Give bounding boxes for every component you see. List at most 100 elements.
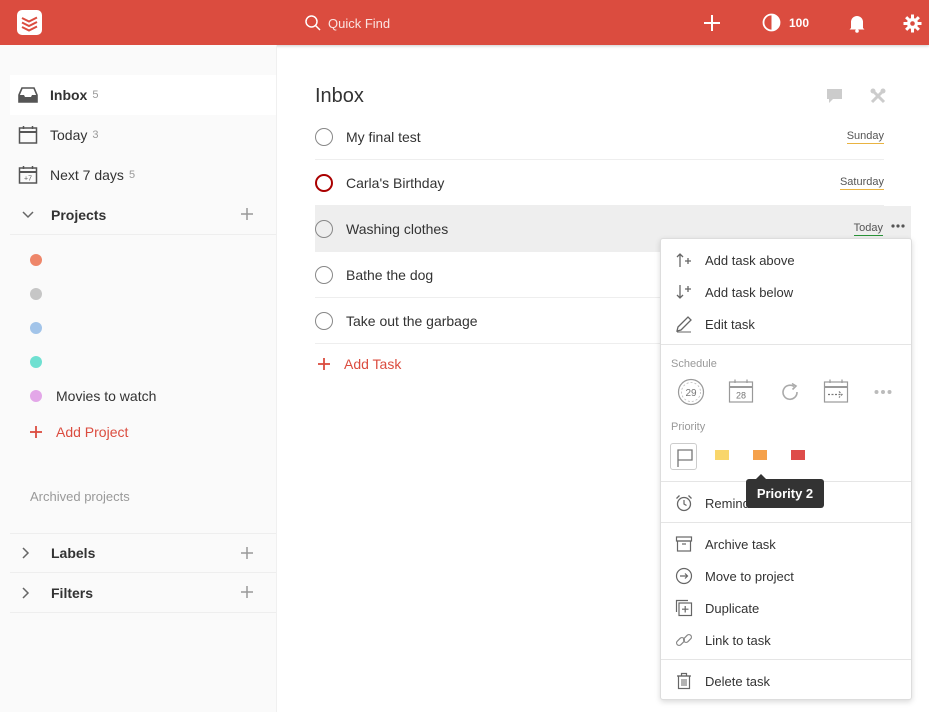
- menu-item-label: Delete task: [705, 673, 771, 689]
- duplicate-icon: [675, 599, 693, 617]
- menu-item-link-to-task[interactable]: Link to task: [661, 624, 911, 656]
- project-item[interactable]: [10, 311, 276, 345]
- plus-icon[interactable]: [702, 12, 722, 34]
- task-checkbox[interactable]: [315, 127, 333, 146]
- task-name: Take out the garbage: [346, 312, 478, 329]
- task-name: Washing clothes: [346, 220, 449, 237]
- archived-projects-link[interactable]: Archived projects: [30, 489, 130, 504]
- plus-icon: [30, 426, 42, 438]
- bell-icon[interactable]: [848, 13, 866, 33]
- labels-section-header[interactable]: Labels: [10, 533, 276, 573]
- add-above-icon: [675, 251, 693, 269]
- calendar-today-icon: [17, 124, 39, 146]
- add-filter-plus-icon[interactable]: [240, 585, 254, 599]
- plus-icon: [318, 358, 330, 370]
- menu-item-add-task-below[interactable]: Add task below: [661, 276, 911, 308]
- priority-caption: Priority: [671, 421, 706, 433]
- task-checkbox[interactable]: [315, 173, 333, 192]
- task-due-date[interactable]: Sunday: [846, 130, 884, 144]
- schedule-today-icon[interactable]: 29: [677, 378, 705, 406]
- menu-item-delete-task[interactable]: Delete task: [661, 665, 911, 697]
- menu-item-move-to-project[interactable]: Move to project: [661, 560, 911, 592]
- menu-item-label: Add task above: [705, 252, 795, 268]
- priority-4-flag-icon: [677, 449, 693, 467]
- project-item-movies-to-watch[interactable]: Movies to watch: [10, 379, 276, 413]
- top-bar: Quick Find 100: [0, 0, 929, 45]
- alarm-clock-icon: [675, 494, 693, 512]
- schedule-tomorrow-icon[interactable]: 28: [728, 378, 754, 404]
- tools-icon[interactable]: [870, 88, 886, 104]
- filters-section-header[interactable]: Filters: [10, 573, 276, 613]
- schedule-today-day: 29: [685, 388, 697, 399]
- add-below-icon: [675, 283, 693, 301]
- calendar-week-icon: +7: [17, 164, 39, 186]
- menu-item-add-task-above[interactable]: Add task above: [661, 244, 911, 276]
- arrow-circle-right-icon: [675, 567, 693, 585]
- priority-tooltip: Priority 2: [746, 474, 824, 508]
- add-label-plus-icon[interactable]: [240, 546, 254, 560]
- sidebar-item-count: 3: [92, 129, 99, 141]
- project-item[interactable]: [10, 345, 276, 379]
- add-task-button[interactable]: Add Task: [318, 356, 401, 372]
- menu-divider: [661, 344, 911, 345]
- svg-text:+7: +7: [24, 176, 32, 183]
- task-due-date[interactable]: Today: [853, 222, 883, 236]
- priority-2-flag-icon[interactable]: [751, 449, 769, 467]
- add-project-label: Add Project: [56, 424, 129, 440]
- menu-divider: [661, 522, 911, 523]
- projects-section-label: Projects: [51, 206, 107, 223]
- karma-icon: [762, 13, 781, 32]
- gear-icon[interactable]: [903, 14, 922, 33]
- link-icon: [675, 631, 693, 649]
- menu-item-label: Add task below: [705, 284, 794, 300]
- sidebar-item-label: Inbox: [50, 87, 88, 103]
- more-options-icon[interactable]: [891, 224, 905, 228]
- task-checkbox[interactable]: [315, 311, 333, 330]
- schedule-caption: Schedule: [671, 358, 717, 370]
- add-project-button[interactable]: Add Project: [30, 424, 128, 440]
- add-project-plus-icon[interactable]: [240, 207, 254, 221]
- project-label: Movies to watch: [56, 388, 157, 404]
- priority-1-flag-icon[interactable]: [789, 449, 807, 467]
- task-row[interactable]: Carla's Birthday Saturday: [315, 160, 884, 206]
- menu-item-label: Link to task: [705, 632, 771, 648]
- chevron-right-icon: [22, 547, 34, 559]
- sidebar-item-next-7-days[interactable]: +7 Next 7 days 5: [10, 155, 276, 195]
- schedule-repeat-icon[interactable]: [779, 381, 801, 403]
- karma-value: 100: [789, 15, 810, 30]
- project-item[interactable]: [10, 243, 276, 277]
- project-item[interactable]: [10, 277, 276, 311]
- sidebar-item-count: 5: [92, 89, 99, 101]
- sidebar-item-label: Next 7 days: [50, 167, 124, 183]
- project-color-dot: [30, 288, 42, 300]
- menu-item-duplicate[interactable]: Duplicate: [661, 592, 911, 624]
- sidebar-item-today[interactable]: Today 3: [10, 115, 276, 155]
- task-due-date[interactable]: Saturday: [839, 176, 884, 190]
- priority-3-flag-icon[interactable]: [713, 449, 731, 467]
- project-color-dot: [30, 254, 42, 266]
- quick-find-search[interactable]: Quick Find: [304, 13, 390, 33]
- schedule-more-icon[interactable]: [874, 390, 892, 394]
- menu-item-label: Duplicate: [705, 600, 760, 616]
- task-name: Carla's Birthday: [346, 174, 445, 191]
- task-checkbox[interactable]: [315, 219, 333, 238]
- task-name: Bathe the dog: [346, 266, 434, 283]
- pencil-icon: [675, 315, 693, 333]
- todoist-logo-icon[interactable]: [17, 10, 42, 35]
- sidebar-item-count: 5: [128, 169, 136, 181]
- sidebar-item-inbox[interactable]: Inbox 5: [10, 75, 276, 115]
- task-row[interactable]: My final test Sunday: [315, 114, 884, 160]
- menu-item-archive-task[interactable]: Archive task: [661, 528, 911, 560]
- trash-icon: [675, 672, 693, 690]
- project-color-dot: [30, 356, 42, 368]
- archive-box-icon: [675, 535, 693, 553]
- karma-button[interactable]: 100: [762, 13, 809, 32]
- schedule-postpone-icon[interactable]: [823, 378, 849, 404]
- comment-icon[interactable]: [826, 88, 843, 104]
- labels-section-label: Labels: [51, 545, 96, 561]
- menu-item-edit-task[interactable]: Edit task: [661, 308, 911, 340]
- projects-section-header[interactable]: Projects: [10, 195, 276, 235]
- task-checkbox[interactable]: [315, 265, 333, 284]
- menu-item-label: Move to project: [705, 568, 794, 584]
- inbox-icon: [17, 84, 39, 106]
